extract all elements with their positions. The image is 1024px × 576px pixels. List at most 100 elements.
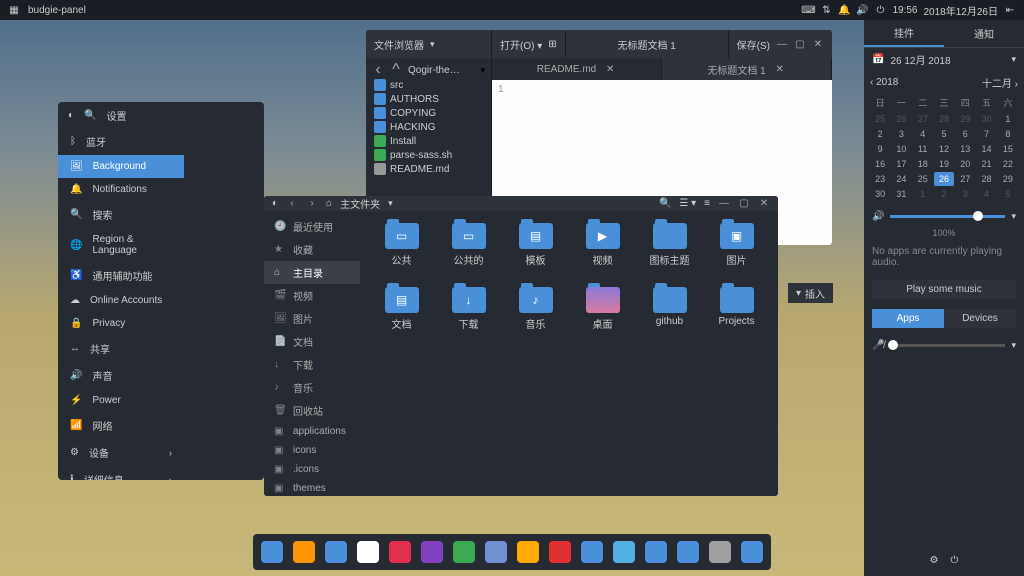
chevron-down-icon[interactable]: ▾: [388, 198, 393, 209]
cal-day[interactable]: 31: [891, 187, 911, 201]
settings-item-0[interactable]: ᛒ蓝牙: [58, 128, 184, 155]
files-sidebar-item[interactable]: ▣themes: [264, 479, 360, 496]
settings-item-1[interactable]: 🖼Background: [58, 155, 184, 178]
volume-slider[interactable]: [890, 215, 1005, 218]
files-launcher-icon[interactable]: ◐: [272, 198, 278, 209]
dock-app-0[interactable]: [261, 541, 283, 563]
cal-day[interactable]: 25: [870, 112, 890, 126]
cal-day[interactable]: 26: [891, 112, 911, 126]
files-sidebar-item[interactable]: ↓下载: [264, 353, 360, 376]
search-icon[interactable]: 🔍: [659, 198, 671, 209]
folder-item[interactable]: ▤模板: [506, 223, 565, 279]
mic-slider[interactable]: [890, 344, 1005, 347]
folder-item[interactable]: ↓下载: [439, 287, 498, 343]
cal-day[interactable]: 11: [913, 142, 933, 156]
cal-day[interactable]: 5: [998, 187, 1018, 201]
cal-day[interactable]: 19: [934, 157, 954, 171]
dock-app-3[interactable]: [357, 541, 379, 563]
cal-day[interactable]: 1: [913, 187, 933, 201]
settings-item-12[interactable]: ⚙设备›: [58, 439, 184, 466]
dock-app-7[interactable]: [485, 541, 507, 563]
settings-item-8[interactable]: ↔共享: [58, 335, 184, 362]
apps-icon[interactable]: ▦: [8, 4, 20, 16]
cal-day[interactable]: 23: [870, 172, 890, 186]
speaker-icon[interactable]: 🔊: [872, 211, 884, 222]
cal-day[interactable]: 2: [934, 187, 954, 201]
cal-day[interactable]: 30: [976, 112, 996, 126]
cal-day[interactable]: 8: [998, 127, 1018, 141]
keyboard-icon[interactable]: ⌨: [802, 4, 814, 16]
folder-item[interactable]: ♪音乐: [506, 287, 565, 343]
editor-tab-0[interactable]: README.md✕: [492, 58, 662, 80]
dock-app-12[interactable]: [645, 541, 667, 563]
tree-item[interactable]: Install: [366, 134, 491, 148]
cal-day[interactable]: 3: [891, 127, 911, 141]
close-tab-icon[interactable]: ✕: [774, 63, 786, 75]
cal-day[interactable]: 13: [955, 142, 975, 156]
view-icon[interactable]: ☰ ▾: [679, 198, 696, 209]
cal-day[interactable]: 28: [976, 172, 996, 186]
cal-day[interactable]: 28: [934, 112, 954, 126]
chevron-down-icon[interactable]: ▾: [1011, 54, 1016, 65]
forward-button[interactable]: ›: [306, 198, 318, 210]
dock-app-4[interactable]: [389, 541, 411, 563]
raven-tab-notifications[interactable]: 通知: [944, 20, 1024, 47]
cal-day[interactable]: 25: [913, 172, 933, 186]
network-icon[interactable]: ⇅: [820, 4, 832, 16]
cal-day[interactable]: 3: [955, 187, 975, 201]
dock-app-2[interactable]: [325, 541, 347, 563]
dock-app-14[interactable]: [709, 541, 731, 563]
cal-day[interactable]: 15: [998, 142, 1018, 156]
folder-item[interactable]: ▶视频: [573, 223, 632, 279]
chevron-down-icon[interactable]: ▾: [1011, 340, 1016, 351]
folder-item[interactable]: 图标主题: [640, 223, 699, 279]
tree-item[interactable]: HACKING: [366, 120, 491, 134]
folder-item[interactable]: ▭公共的: [439, 223, 498, 279]
cal-day[interactable]: 20: [955, 157, 975, 171]
bell-icon[interactable]: 🔔: [838, 4, 850, 16]
files-sidebar-item[interactable]: ▣icons: [264, 441, 360, 460]
raven-tab-applets[interactable]: 挂件: [864, 20, 944, 47]
settings-item-6[interactable]: ☁Online Accounts: [58, 289, 184, 312]
raven-date-row[interactable]: 📅 26 12月 2018 ▾: [864, 48, 1024, 71]
menu-icon[interactable]: ≡: [704, 198, 710, 209]
cal-day[interactable]: 26: [934, 172, 954, 186]
dock-app-15[interactable]: [741, 541, 763, 563]
up-button[interactable]: ^: [390, 64, 402, 76]
dock-app-5[interactable]: [421, 541, 443, 563]
cal-day[interactable]: 27: [913, 112, 933, 126]
new-tab-icon[interactable]: ⊞: [548, 39, 556, 50]
cal-day[interactable]: 29: [998, 172, 1018, 186]
mic-muted-icon[interactable]: 🎤̸: [872, 340, 884, 351]
dock-app-9[interactable]: [549, 541, 571, 563]
cal-day[interactable]: 1: [998, 112, 1018, 126]
chevron-down-icon[interactable]: ▾: [430, 39, 435, 50]
cal-day[interactable]: 18: [913, 157, 933, 171]
folder-item[interactable]: ▤文档: [372, 287, 431, 343]
back-button[interactable]: ‹: [286, 198, 298, 210]
settings-item-4[interactable]: 🌐Region & Language: [58, 228, 184, 262]
settings-item-3[interactable]: 🔍搜索: [58, 201, 184, 228]
settings-item-9[interactable]: 🔊声音: [58, 362, 184, 389]
settings-item-13[interactable]: ℹ详细信息›: [58, 466, 184, 480]
back-button[interactable]: ‹: [372, 64, 384, 76]
close-button[interactable]: ✕: [812, 38, 824, 50]
cal-day[interactable]: 30: [870, 187, 890, 201]
dock-app-11[interactable]: [613, 541, 635, 563]
sidebar-toggle-icon[interactable]: ⇤: [1004, 4, 1016, 16]
editor-tab-1[interactable]: 无标题文档 1✕: [662, 58, 832, 80]
files-sidebar-item[interactable]: ★收藏: [264, 238, 360, 261]
cal-day[interactable]: 7: [976, 127, 996, 141]
cal-day[interactable]: 29: [955, 112, 975, 126]
maximize-button[interactable]: ▢: [738, 198, 750, 210]
chevron-down-icon[interactable]: ▾: [1011, 211, 1016, 222]
cal-day[interactable]: 4: [976, 187, 996, 201]
tree-item[interactable]: COPYING: [366, 106, 491, 120]
files-sidebar-item[interactable]: 🕘最近使用: [264, 215, 360, 238]
cal-day[interactable]: 21: [976, 157, 996, 171]
settings-item-10[interactable]: ⚡Power: [58, 389, 184, 412]
tree-item[interactable]: AUTHORS: [366, 92, 491, 106]
dock-app-8[interactable]: [517, 541, 539, 563]
settings-item-5[interactable]: ♿通用辅助功能: [58, 262, 184, 289]
editor-path[interactable]: Qogir-the…: [408, 65, 474, 76]
